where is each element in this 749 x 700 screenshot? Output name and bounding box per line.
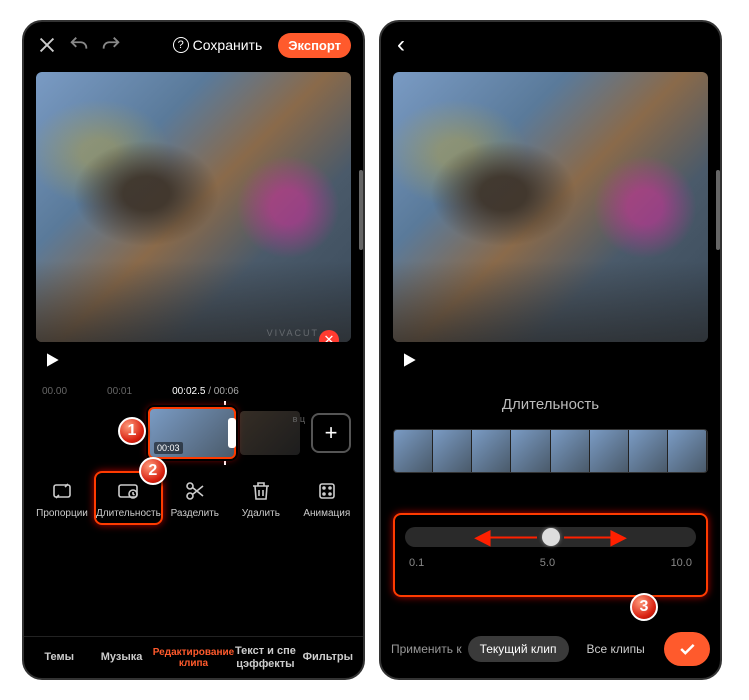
editor-main-screen: ? Сохранить Экспорт VIVACUT ✕ 00.00 00:0… xyxy=(22,20,365,680)
duration-panel-screen: ‹ Длительность 00:06.0 ◀ ▶ 0.1 5.0 10.0 … xyxy=(379,20,722,680)
play-button[interactable] xyxy=(42,350,62,375)
tool-proportion[interactable]: Пропорции xyxy=(30,479,94,519)
editor-header: ? Сохранить Экспорт xyxy=(24,22,363,68)
annotation-badge-2: 2 xyxy=(139,457,167,485)
time-mark: 00.00 xyxy=(42,386,67,397)
delete-watermark-button[interactable]: ✕ xyxy=(319,330,339,342)
selected-clip[interactable]: 00:03 xyxy=(148,407,236,459)
time-current: 00:02.5 / 00:06 xyxy=(172,386,239,397)
panel-title: Длительность xyxy=(381,382,720,423)
redo-button[interactable] xyxy=(100,34,122,56)
clip-duration-label: 00:03 xyxy=(154,442,183,454)
video-preview[interactable]: VIVACUT ✕ xyxy=(36,72,351,342)
arrow-right-icon: ▶ xyxy=(611,525,626,550)
close-button[interactable] xyxy=(36,34,58,56)
tab-themes[interactable]: Темы xyxy=(28,651,90,663)
clip-thumbnail[interactable] xyxy=(240,411,300,455)
tool-more[interactable]: Вр xyxy=(361,479,365,519)
time-mark: 00:01 xyxy=(107,386,132,397)
tab-filters[interactable]: Фильтры xyxy=(297,651,359,663)
bottom-tabs: Темы Музыка Редактирование клипа Текст и… xyxy=(24,636,363,678)
add-clip-button[interactable]: + xyxy=(311,413,351,453)
duration-slider[interactable]: ◀ ▶ xyxy=(405,527,696,547)
slider-thumb[interactable] xyxy=(542,528,560,546)
duration-slider-container: ◀ ▶ 0.1 5.0 10.0 3 xyxy=(393,513,708,597)
play-button[interactable] xyxy=(399,350,419,375)
single-text: в ц xyxy=(293,415,305,424)
undo-button[interactable] xyxy=(68,34,90,56)
apply-all-clips[interactable]: Все клипы xyxy=(575,636,657,662)
save-button[interactable]: ? Сохранить xyxy=(173,37,263,53)
filmstrip-time: 00:06.0 xyxy=(381,473,434,490)
toolbar: Пропорции Длительность 2 Разделить Удали… xyxy=(24,461,363,519)
timeline-ruler: 00.00 00:01 00:02.5 / 00:06 xyxy=(24,386,363,397)
filmstrip[interactable] xyxy=(393,429,708,473)
tool-delete[interactable]: Удалить xyxy=(229,479,293,519)
apply-row: Применить к Текущий клип Все клипы xyxy=(381,620,720,678)
help-icon: ? xyxy=(173,37,189,53)
annotation-badge-3: 3 xyxy=(630,593,658,621)
arrow-left-icon: ◀ xyxy=(475,525,490,550)
tool-duration[interactable]: Длительность 2 xyxy=(96,479,161,519)
clip-strip[interactable]: 00:03 в ц + 1 xyxy=(24,405,363,461)
apply-label: Применить к xyxy=(391,642,462,656)
playback-row xyxy=(381,342,720,382)
confirm-button[interactable] xyxy=(664,632,710,666)
scroll-indicator xyxy=(359,170,363,250)
export-button[interactable]: Экспорт xyxy=(278,33,351,58)
apply-current-clip[interactable]: Текущий клип xyxy=(468,636,569,662)
annotation-badge-1: 1 xyxy=(118,417,146,445)
scroll-indicator xyxy=(716,170,720,250)
back-button[interactable]: ‹ xyxy=(393,31,405,59)
panel-header: ‹ xyxy=(381,22,720,68)
tab-music[interactable]: Музыка xyxy=(90,651,152,663)
clip-trim-handle[interactable] xyxy=(228,418,236,448)
slider-ticks: 0.1 5.0 10.0 xyxy=(405,557,696,569)
playback-row xyxy=(24,342,363,382)
tab-text-effects[interactable]: Текст и спе цэффекты xyxy=(234,645,296,669)
tick-min: 0.1 xyxy=(409,557,424,569)
video-preview[interactable] xyxy=(393,72,708,342)
tick-mid: 5.0 xyxy=(540,557,555,569)
tab-edit-clip[interactable]: Редактирование клипа xyxy=(153,647,234,669)
tool-split[interactable]: Разделить xyxy=(163,479,227,519)
watermark: VIVACUT xyxy=(267,328,319,338)
tool-animation[interactable]: Анимация xyxy=(295,479,359,519)
tick-max: 10.0 xyxy=(671,557,692,569)
